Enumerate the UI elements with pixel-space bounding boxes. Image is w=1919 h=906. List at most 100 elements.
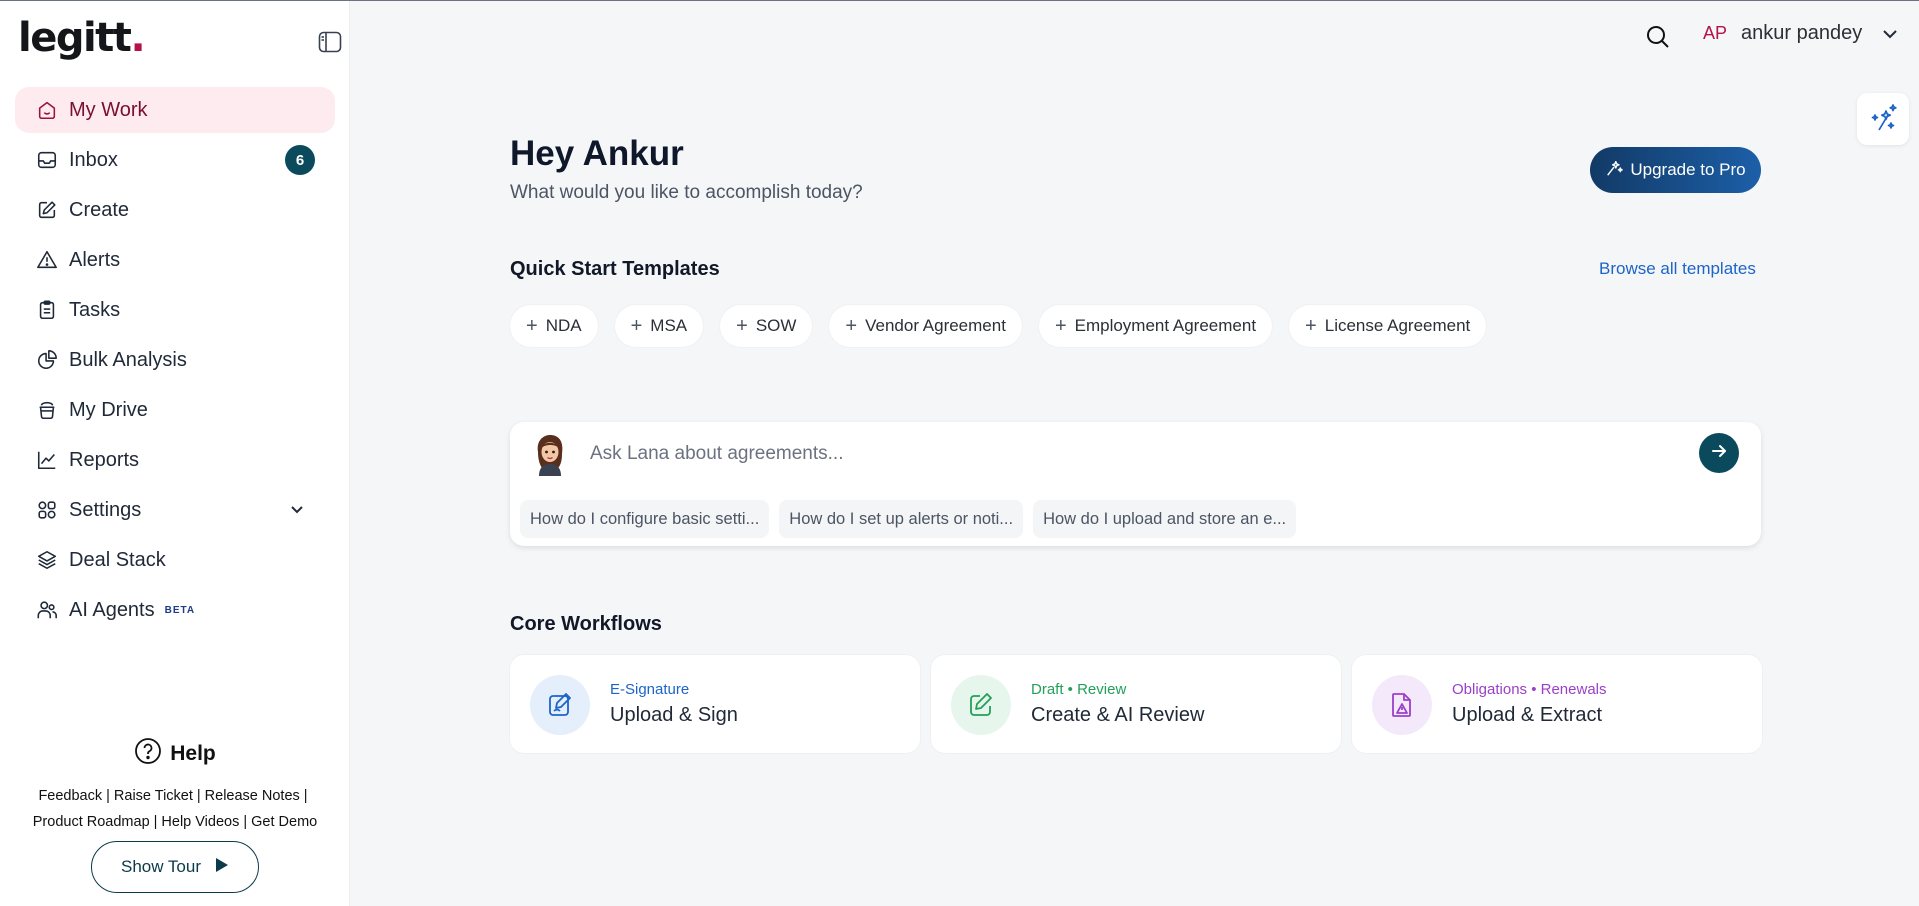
workflow-card-upload-sign[interactable]: E-Signature Upload & Sign — [510, 655, 920, 753]
inbox-icon — [35, 148, 59, 172]
workflow-cards: E-Signature Upload & Sign Draft • Review… — [510, 655, 1762, 753]
search-icon[interactable] — [1645, 24, 1671, 50]
inbox-count-badge: 6 — [285, 145, 315, 175]
logo[interactable]: legitt. — [18, 15, 146, 61]
template-chip-vendor-agreement[interactable]: + Vendor Agreement — [829, 305, 1022, 347]
sidebar-item-bulk-analysis[interactable]: Bulk Analysis — [15, 337, 335, 383]
core-workflows-heading: Core Workflows — [510, 613, 662, 635]
ask-lana-panel: How do I configure basic setti... How do… — [510, 422, 1761, 546]
edit-icon — [35, 198, 59, 222]
help-videos-link[interactable]: Help Videos — [161, 814, 239, 830]
layers-icon — [35, 548, 59, 572]
alert-triangle-icon — [35, 248, 59, 272]
sidebar-item-deal-stack[interactable]: Deal Stack — [15, 537, 335, 583]
document-alert-icon — [1372, 675, 1432, 735]
workflow-card-upload-extract[interactable]: Obligations • Renewals Upload & Extract — [1352, 655, 1762, 753]
template-chip-sow[interactable]: + SOW — [720, 305, 813, 347]
separator: | — [243, 814, 248, 830]
plus-icon: + — [630, 315, 643, 337]
template-chip-nda[interactable]: + NDA — [510, 305, 598, 347]
raise-ticket-link[interactable]: Raise Ticket — [114, 788, 193, 804]
clipboard-icon — [35, 298, 59, 322]
sidebar-item-label: AI Agents — [69, 598, 155, 621]
user-menu[interactable]: AP ankur pandey — [1703, 22, 1900, 45]
template-chip-license-agreement[interactable]: + License Agreement — [1289, 305, 1487, 347]
sidebar-toggle-icon[interactable] — [318, 31, 342, 53]
release-notes-link[interactable]: Release Notes — [205, 788, 300, 804]
workflow-card-create-review[interactable]: Draft • Review Create & AI Review — [931, 655, 1341, 753]
template-chip-msa[interactable]: + MSA — [614, 305, 704, 347]
sidebar-item-inbox[interactable]: Inbox 6 — [15, 137, 335, 183]
sidebar-nav: My Work Inbox 6 Create Alerts Tasks Bulk… — [15, 87, 335, 637]
suggestion-chip[interactable]: How do I set up alerts or noti... — [779, 500, 1024, 538]
suggestion-chip[interactable]: How do I upload and store an e... — [1033, 500, 1297, 538]
sidebar-item-tasks[interactable]: Tasks — [15, 287, 335, 333]
line-chart-icon — [35, 448, 59, 472]
sidebar-item-my-work[interactable]: My Work — [15, 87, 335, 133]
arrow-right-icon — [1709, 441, 1729, 466]
template-chip-label: NDA — [545, 316, 582, 335]
workflow-card-tag: Draft • Review — [1031, 681, 1127, 698]
settings-grid-icon — [35, 498, 59, 522]
user-name: ankur pandey — [1741, 22, 1863, 44]
template-chips: + NDA + MSA + SOW + Vendor Agreement + Employ… — [510, 305, 1487, 347]
help-circle-icon — [134, 737, 162, 771]
workflow-card-tag: E-Signature — [610, 681, 690, 698]
sidebar-item-settings[interactable]: Settings — [15, 487, 335, 533]
ai-assistant-button[interactable] — [1857, 93, 1909, 145]
upgrade-label: Upgrade to Pro — [1630, 160, 1746, 179]
ai-sparkle-icon — [1869, 103, 1897, 136]
sidebar-item-ai-agents[interactable]: AI Agents BETA — [15, 587, 335, 633]
lana-avatar — [532, 432, 568, 476]
get-demo-link[interactable]: Get Demo — [251, 814, 317, 830]
show-tour-label: Show Tour — [120, 857, 201, 876]
sidebar-item-label: Settings — [69, 498, 142, 521]
pie-chart-icon — [35, 348, 59, 372]
chevron-down-icon — [1880, 24, 1900, 44]
suggestion-chip[interactable]: How do I configure basic setti... — [520, 500, 770, 538]
sidebar-item-create[interactable]: Create — [15, 187, 335, 233]
page-title: Hey Ankur — [510, 134, 684, 173]
product-roadmap-link[interactable]: Product Roadmap — [33, 814, 150, 830]
workflow-card-tag: Obligations • Renewals — [1452, 681, 1607, 698]
workflow-card-name: Upload & Sign — [610, 704, 738, 726]
drive-icon — [35, 398, 59, 422]
users-icon — [35, 598, 59, 622]
upgrade-button[interactable]: Upgrade to Pro — [1590, 147, 1761, 193]
separator: | — [303, 788, 308, 804]
help-heading[interactable]: Help — [0, 737, 350, 771]
sidebar-item-my-drive[interactable]: My Drive — [15, 387, 335, 433]
signature-icon — [530, 675, 590, 735]
sidebar-item-label: My Work — [69, 98, 148, 121]
logo-dot: . — [130, 15, 145, 61]
template-chip-label: Vendor Agreement — [865, 316, 1006, 335]
user-initials: AP — [1703, 23, 1728, 43]
send-button[interactable] — [1699, 433, 1739, 473]
separator: | — [106, 788, 110, 804]
sidebar-item-alerts[interactable]: Alerts — [15, 237, 335, 283]
sidebar-item-label: Inbox — [69, 148, 118, 171]
help-links: Feedback | Raise Ticket | Release Notes | Pro… — [0, 783, 350, 835]
help-title: Help — [170, 742, 216, 765]
template-chip-employment-agreement[interactable]: + Employment Agreement — [1038, 305, 1273, 347]
template-chip-label: License Agreement — [1324, 316, 1471, 335]
sidebar-item-label: My Drive — [69, 398, 148, 421]
ask-lana-input[interactable] — [590, 439, 1660, 469]
workflow-card-name: Create & AI Review — [1031, 704, 1205, 726]
template-chip-label: Employment Agreement — [1074, 316, 1257, 335]
separator: | — [153, 814, 158, 830]
plus-icon: + — [845, 315, 858, 337]
sidebar-item-reports[interactable]: Reports — [15, 437, 335, 483]
browse-templates-link[interactable]: Browse all templates — [1599, 259, 1756, 279]
logo-text: legitt — [18, 15, 132, 61]
plus-icon: + — [736, 315, 748, 337]
sidebar-item-label: Bulk Analysis — [69, 348, 187, 371]
template-chip-label: SOW — [755, 316, 797, 335]
home-icon — [35, 98, 59, 122]
play-icon — [215, 857, 229, 878]
feedback-link[interactable]: Feedback — [38, 788, 102, 804]
sidebar-item-label: Alerts — [69, 248, 121, 271]
sidebar-item-label: Deal Stack — [69, 548, 166, 571]
chevron-down-icon[interactable] — [287, 500, 307, 520]
show-tour-button[interactable]: Show Tour — [91, 841, 259, 893]
